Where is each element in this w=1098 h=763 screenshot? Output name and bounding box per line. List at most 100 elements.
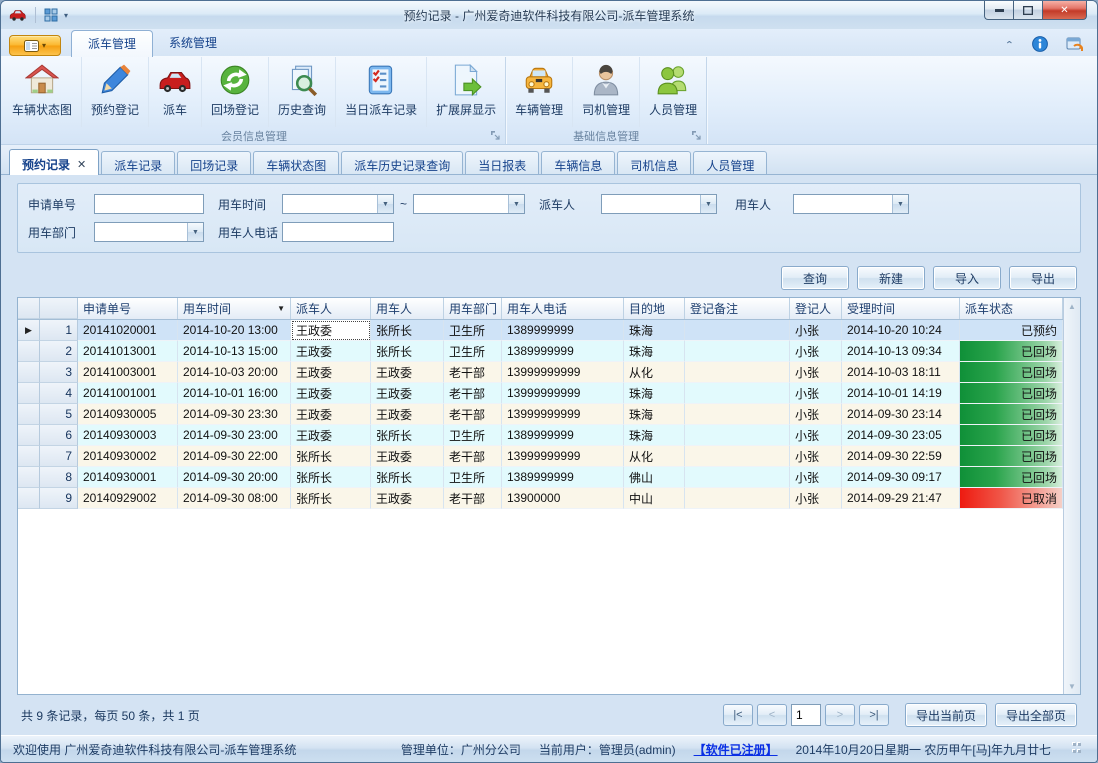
application-menu-button[interactable]: ▾ xyxy=(9,35,61,56)
table-cell[interactable]: 张所长 xyxy=(371,320,444,341)
scroll-up-icon[interactable]: ▲ xyxy=(1064,298,1080,314)
table-row[interactable]: 6201409300032014-09-30 23:00王政委张所长卫生所138… xyxy=(18,425,1063,446)
status-badge[interactable]: 已预约 xyxy=(960,320,1063,341)
table-cell[interactable]: 王政委 xyxy=(371,488,444,509)
table-cell[interactable]: 2014-09-30 20:00 xyxy=(178,467,291,488)
prev-page-button[interactable]: < xyxy=(757,704,787,726)
table-cell[interactable]: 20140930003 xyxy=(78,425,178,446)
table-cell[interactable]: 2014-10-03 20:00 xyxy=(178,362,291,383)
table-cell[interactable]: 2014-09-29 21:47 xyxy=(842,488,960,509)
export-current-page-button[interactable]: 导出当前页 xyxy=(905,703,987,727)
ribbon-button-当日派车记录[interactable]: 当日派车记录 xyxy=(336,57,427,127)
table-cell[interactable]: 小张 xyxy=(790,404,842,425)
column-header-用车人电话[interactable]: 用车人电话 xyxy=(502,298,624,319)
table-cell[interactable]: 13900000 xyxy=(502,488,624,509)
table-cell[interactable] xyxy=(685,320,790,341)
table-cell[interactable]: 老干部 xyxy=(444,362,502,383)
car-user-combo[interactable]: ▼ xyxy=(793,194,909,214)
tab-close-icon[interactable]: ✕ xyxy=(77,158,86,171)
minimize-button[interactable] xyxy=(984,1,1013,20)
table-cell[interactable]: 老干部 xyxy=(444,383,502,404)
doc-tab-车辆状态图[interactable]: 车辆状态图 xyxy=(253,151,339,174)
table-cell[interactable]: 2014-09-30 23:05 xyxy=(842,425,960,446)
table-cell[interactable]: 珠海 xyxy=(624,404,685,425)
action-button-新建[interactable]: 新建 xyxy=(857,266,925,290)
doc-tab-回场记录[interactable]: 回场记录 xyxy=(177,151,251,174)
table-cell[interactable] xyxy=(685,383,790,404)
column-header-派车状态[interactable]: 派车状态 xyxy=(960,298,1063,319)
use-time-to-combo[interactable]: ▼ xyxy=(413,194,525,214)
table-cell[interactable]: 王政委 xyxy=(371,383,444,404)
department-combo[interactable]: ▼ xyxy=(94,222,204,242)
resize-grip-icon[interactable] xyxy=(1073,743,1085,755)
table-cell[interactable]: 小张 xyxy=(790,467,842,488)
table-cell[interactable]: 2014-09-30 22:00 xyxy=(178,446,291,467)
table-cell[interactable]: 20141020001 xyxy=(78,320,178,341)
ribbon-collapse-icon[interactable]: ⌃ xyxy=(1005,39,1014,49)
request-no-input[interactable] xyxy=(94,194,204,214)
table-cell[interactable]: 2014-10-01 16:00 xyxy=(178,383,291,404)
table-cell[interactable] xyxy=(685,488,790,509)
next-page-button[interactable]: > xyxy=(825,704,855,726)
table-cell[interactable]: 20140930001 xyxy=(78,467,178,488)
table-cell[interactable]: 2014-10-03 18:11 xyxy=(842,362,960,383)
table-cell[interactable]: 王政委 xyxy=(291,425,371,446)
table-cell[interactable]: 20141003001 xyxy=(78,362,178,383)
table-cell[interactable]: 2014-09-30 22:59 xyxy=(842,446,960,467)
table-cell[interactable]: 2014-09-30 08:00 xyxy=(178,488,291,509)
table-cell[interactable]: 1389999999 xyxy=(502,467,624,488)
table-cell[interactable]: 张所长 xyxy=(371,467,444,488)
table-cell[interactable]: 王政委 xyxy=(291,404,371,425)
phone-input[interactable] xyxy=(282,222,394,242)
table-cell[interactable]: 王政委 xyxy=(371,404,444,425)
table-cell[interactable]: 1389999999 xyxy=(502,320,624,341)
quick-access-layout-icon[interactable] xyxy=(44,8,58,22)
status-badge[interactable]: 已取消 xyxy=(960,488,1063,509)
table-scrollbar[interactable]: ▲ ▼ xyxy=(1063,298,1080,694)
table-cell[interactable]: 卫生所 xyxy=(444,467,502,488)
table-cell[interactable]: 佛山 xyxy=(624,467,685,488)
table-cell[interactable] xyxy=(685,467,790,488)
doc-tab-预约记录[interactable]: 预约记录✕ xyxy=(9,149,99,175)
table-cell[interactable]: 王政委 xyxy=(371,446,444,467)
dropdown-arrow-icon[interactable]: ▼ xyxy=(892,195,908,213)
info-icon[interactable] xyxy=(1032,36,1048,52)
status-badge[interactable]: 已回场 xyxy=(960,362,1063,383)
action-button-导出[interactable]: 导出 xyxy=(1009,266,1077,290)
table-cell[interactable]: 2014-10-13 15:00 xyxy=(178,341,291,362)
table-row[interactable]: 4201410010012014-10-01 16:00王政委王政委老干部139… xyxy=(18,383,1063,404)
table-cell[interactable]: 张所长 xyxy=(291,467,371,488)
table-cell[interactable]: 2014-10-20 13:00 xyxy=(178,320,291,341)
table-cell[interactable]: 张所长 xyxy=(371,341,444,362)
status-badge[interactable]: 已回场 xyxy=(960,425,1063,446)
ribbon-button-人员管理[interactable]: 人员管理 xyxy=(640,57,706,127)
table-cell[interactable]: 王政委 xyxy=(371,362,444,383)
table-cell[interactable]: 小张 xyxy=(790,320,842,341)
page-number-input[interactable] xyxy=(791,704,821,726)
doc-tab-当日报表[interactable]: 当日报表 xyxy=(465,151,539,174)
ribbon-button-车辆管理[interactable]: 车辆管理 xyxy=(506,57,573,127)
column-header-派车人[interactable]: 派车人 xyxy=(291,298,371,319)
table-cell[interactable]: 2014-09-30 23:00 xyxy=(178,425,291,446)
table-cell[interactable]: 中山 xyxy=(624,488,685,509)
status-badge[interactable]: 已回场 xyxy=(960,467,1063,488)
table-cell[interactable]: 珠海 xyxy=(624,320,685,341)
table-cell[interactable]: 2014-09-30 09:17 xyxy=(842,467,960,488)
table-cell[interactable]: 20141013001 xyxy=(78,341,178,362)
table-cell[interactable] xyxy=(685,404,790,425)
table-cell[interactable]: 13999999999 xyxy=(502,383,624,404)
doc-tab-车辆信息[interactable]: 车辆信息 xyxy=(541,151,615,174)
export-all-pages-button[interactable]: 导出全部页 xyxy=(995,703,1077,727)
status-badge[interactable]: 已回场 xyxy=(960,404,1063,425)
ribbon-button-派车[interactable]: 派车 xyxy=(149,57,202,127)
maximize-button[interactable] xyxy=(1013,1,1042,20)
table-cell[interactable]: 20140930005 xyxy=(78,404,178,425)
table-cell[interactable]: 卫生所 xyxy=(444,425,502,446)
table-cell[interactable]: 2014-09-30 23:30 xyxy=(178,404,291,425)
dialog-launcher-icon[interactable] xyxy=(691,130,702,141)
table-cell[interactable]: 20140930002 xyxy=(78,446,178,467)
table-cell[interactable]: 从化 xyxy=(624,362,685,383)
dispatcher-combo[interactable]: ▼ xyxy=(601,194,717,214)
table-cell[interactable]: 20140929002 xyxy=(78,488,178,509)
column-header-申请单号[interactable]: 申请单号 xyxy=(78,298,178,319)
